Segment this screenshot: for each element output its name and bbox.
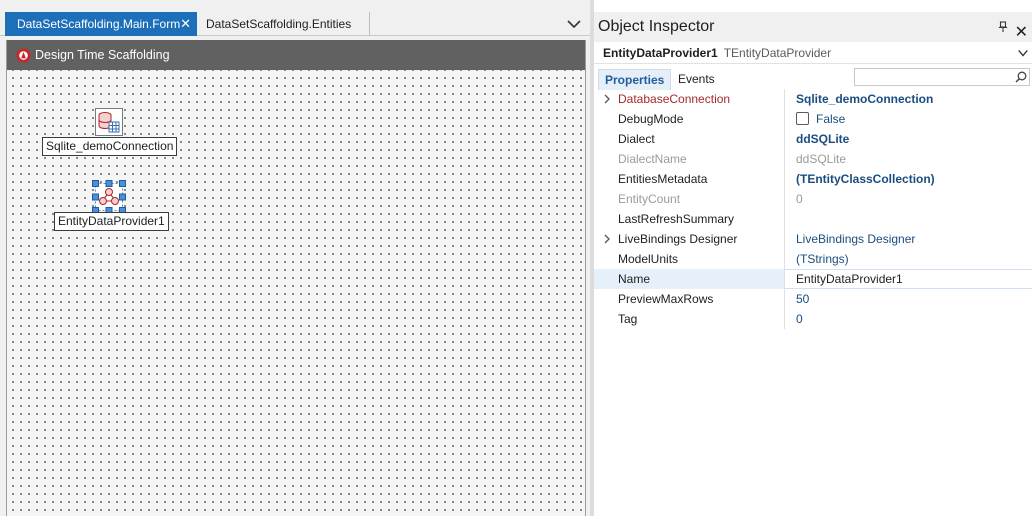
pin-icon[interactable] (998, 20, 1008, 34)
inspector-title: Object Inspector (598, 18, 715, 35)
property-row-previewmaxrows[interactable]: PreviewMaxRows 50 (594, 289, 1032, 309)
tab-entities[interactable]: DataSetScaffolding.Entities (198, 12, 370, 36)
property-name: Name (594, 269, 784, 289)
property-row-livebindings-designer[interactable]: LiveBindings Designer LiveBindings Desig… (594, 229, 1032, 249)
property-row-dialect[interactable]: Dialect ddSQLite (594, 129, 1032, 149)
object-inspector: Object Inspector ✕ EntityDataProvider1 TE… (594, 0, 1032, 516)
inspector-tabs: Properties Events (594, 66, 1032, 90)
form-designer: DataSetScaffolding.Main.Form ✕ DataSetSc… (0, 0, 590, 516)
tab-properties[interactable]: Properties (598, 69, 672, 90)
property-value[interactable]: 50 (784, 289, 1032, 309)
component-label-provider[interactable]: EntityDataProvider1 (54, 212, 169, 231)
checkbox-label: False (816, 112, 846, 126)
property-value-editor[interactable]: EntityDataProvider1 (784, 269, 1032, 289)
component-label-connection[interactable]: Sqlite_demoConnection (42, 137, 178, 156)
property-name: Dialect (618, 132, 655, 146)
property-value[interactable]: (TEntityClassCollection) (784, 169, 1032, 189)
tab-main-form-label: DataSetScaffolding.Main.Form (17, 17, 181, 31)
close-tab-icon[interactable]: ✕ (180, 12, 191, 36)
selected-object-class: TEntityDataProvider (723, 46, 832, 60)
property-row-entitycount[interactable]: EntityCount 0 (594, 189, 1032, 209)
property-row-databaseconnection[interactable]: DatabaseConnection Sqlite_demoConnection (594, 89, 1032, 109)
entity-provider-icon[interactable] (92, 180, 126, 214)
tab-entities-label: DataSetScaffolding.Entities (206, 17, 352, 31)
database-connection-icon[interactable] (95, 108, 123, 136)
property-value: ddSQLite (784, 149, 1032, 169)
property-row-tag[interactable]: Tag 0 (594, 309, 1032, 329)
property-name: Tag (618, 312, 638, 326)
property-row-modelunits[interactable]: ModelUnits (TStrings) (594, 249, 1032, 269)
debugmode-checkbox[interactable] (796, 112, 809, 125)
property-name: DialectName (618, 152, 687, 166)
property-row-name[interactable]: Name EntityDataProvider1 (594, 269, 1032, 289)
chevron-down-icon[interactable] (1017, 47, 1029, 59)
property-name: LastRefreshSummary (618, 212, 735, 226)
property-name: EntityCount (618, 192, 681, 206)
property-name: PreviewMaxRows (618, 292, 714, 306)
inspector-title-bar: Object Inspector ✕ (594, 12, 1032, 42)
property-value[interactable]: 0 (784, 309, 1032, 329)
property-name: DatabaseConnection (618, 92, 731, 106)
property-value: 0 (784, 189, 1032, 209)
property-row-entitiesmetadata[interactable]: EntitiesMetadata (TEntityClassCollection… (594, 169, 1032, 189)
property-value[interactable]: Sqlite_demoConnection (784, 89, 1032, 109)
object-selector[interactable]: EntityDataProvider1 TEntityDataProvider (594, 42, 1032, 64)
tab-main-form[interactable]: DataSetScaffolding.Main.Form ✕ (5, 12, 197, 36)
property-row-dialectname[interactable]: DialectName ddSQLite (594, 149, 1032, 169)
chevron-down-icon[interactable] (566, 16, 582, 32)
form-caption-text: Design Time Scaffolding (35, 48, 170, 62)
property-row-debugmode[interactable]: DebugMode False (594, 109, 1032, 129)
property-value[interactable]: ddSQLite (784, 129, 1032, 149)
search-icon[interactable] (1015, 71, 1027, 83)
property-name: DebugMode (618, 112, 684, 126)
property-value[interactable]: LiveBindings Designer (784, 229, 1032, 249)
form-caption-bar: Design Time Scaffolding (7, 40, 585, 70)
property-name: EntitiesMetadata (618, 172, 708, 186)
property-row-lastrefreshsummary[interactable]: LastRefreshSummary (594, 209, 1032, 229)
property-name: ModelUnits (618, 252, 679, 266)
property-value-debugmode[interactable]: False (784, 109, 1032, 129)
tab-events[interactable]: Events (672, 69, 721, 90)
property-name: LiveBindings Designer (618, 232, 738, 246)
editor-tab-strip: DataSetScaffolding.Main.Form ✕ DataSetSc… (0, 12, 590, 36)
property-grid: DatabaseConnection Sqlite_demoConnection… (594, 89, 1032, 329)
design-form[interactable]: Design Time Scaffolding Sqlite_demoConne… (6, 40, 586, 516)
app-logo-icon (16, 48, 31, 63)
selected-object-name: EntityDataProvider1 (603, 46, 718, 60)
property-search-input[interactable] (854, 68, 1030, 86)
property-value[interactable] (784, 209, 1032, 229)
property-value[interactable]: (TStrings) (784, 249, 1032, 269)
